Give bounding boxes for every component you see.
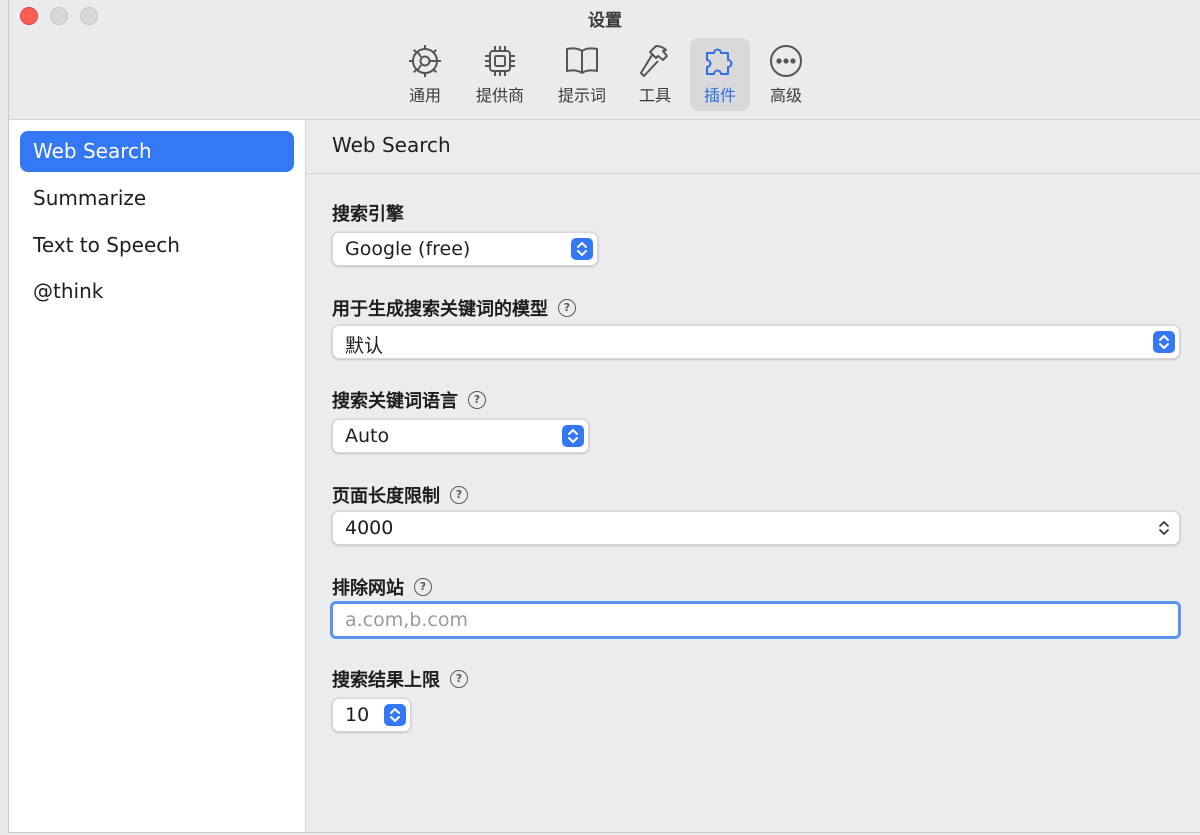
exclude-sites-field[interactable]: [330, 601, 1181, 639]
keyword-language-label-text: 搜索关键词语言: [332, 391, 458, 412]
page-length-limit-label-text: 页面长度限制: [332, 486, 440, 507]
toolbar-tab-tools[interactable]: 工具: [631, 38, 679, 111]
page-length-limit-value: 4000: [345, 517, 394, 539]
panel-header: Web Search: [306, 120, 1200, 174]
stepper-icon[interactable]: [1155, 517, 1173, 539]
toolbar-tab-plugins[interactable]: 插件: [690, 38, 750, 111]
exclude-sites-label: 排除网站 ?: [332, 574, 432, 600]
window-title: 设置: [588, 11, 622, 31]
toolbar-tab-label: 通用: [408, 86, 441, 105]
sidebar-item-summarize[interactable]: Summarize: [20, 178, 294, 219]
sidebar-item-web-search[interactable]: Web Search: [20, 131, 294, 172]
keyword-model-select[interactable]: 默认: [332, 325, 1180, 359]
plugins-sidebar: Web Search Summarize Text to Speech @thi…: [9, 120, 306, 832]
plugin-settings-panel: Web Search 搜索引擎 Google (free) 用于生成搜索关键词的…: [306, 120, 1200, 832]
result-limit-label: 搜索结果上限 ?: [332, 666, 468, 692]
more-icon: [767, 42, 805, 80]
chevron-up-down-icon: [562, 425, 584, 447]
toolbar-tab-label: 高级: [769, 86, 802, 105]
sidebar-item-text-to-speech[interactable]: Text to Speech: [20, 225, 294, 266]
help-icon[interactable]: ?: [468, 391, 486, 409]
toolbar-tab-general[interactable]: 通用: [398, 38, 452, 111]
exclude-sites-input[interactable]: [343, 608, 1172, 632]
search-engine-label-text: 搜索引擎: [332, 204, 404, 225]
help-icon[interactable]: ?: [414, 578, 432, 596]
search-engine-value: Google (free): [345, 238, 471, 260]
page-length-limit-label: 页面长度限制 ?: [332, 482, 468, 508]
chevron-up-down-icon: [384, 704, 406, 726]
result-limit-value: 10: [345, 704, 370, 726]
help-icon[interactable]: ?: [450, 670, 468, 688]
keyword-language-select[interactable]: Auto: [332, 419, 589, 453]
search-engine-label: 搜索引擎: [332, 200, 404, 226]
help-icon[interactable]: ?: [450, 486, 468, 504]
settings-window: 设置 通用 提供商 提示词 工具 插件 高级 Web Search Summar…: [8, 0, 1200, 833]
toolbar-tab-label: 提示词: [557, 86, 606, 105]
search-engine-select[interactable]: Google (free): [332, 232, 598, 266]
toolbar-tab-providers[interactable]: 提供商: [469, 38, 531, 111]
title-bar: 设置 通用 提供商 提示词 工具 插件 高级: [9, 0, 1200, 120]
chevron-up-down-icon: [571, 238, 593, 260]
keyword-model-label: 用于生成搜索关键词的模型 ?: [332, 295, 576, 321]
hammer-icon: [636, 42, 674, 80]
book-icon: [563, 42, 601, 80]
panel-title: Web Search: [332, 133, 451, 157]
toolbar-tab-prompts[interactable]: 提示词: [551, 38, 613, 111]
keyword-language-value: Auto: [345, 425, 390, 447]
keyword-model-value: 默认: [345, 335, 384, 357]
chevron-up-down-icon: [1153, 331, 1175, 353]
page-length-limit-field[interactable]: 4000: [332, 511, 1180, 545]
puzzle-icon: [701, 42, 739, 80]
keyword-language-label: 搜索关键词语言 ?: [332, 387, 486, 413]
gear-icon: [406, 42, 444, 80]
keyword-model-label-text: 用于生成搜索关键词的模型: [332, 299, 548, 320]
result-limit-select[interactable]: 10: [332, 698, 411, 732]
sidebar-item-think[interactable]: @think: [20, 271, 294, 312]
help-icon[interactable]: ?: [558, 299, 576, 317]
result-limit-label-text: 搜索结果上限: [332, 670, 440, 691]
toolbar-tab-label: 工具: [638, 86, 671, 105]
exclude-sites-label-text: 排除网站: [332, 578, 404, 599]
toolbar-tab-label: 插件: [703, 86, 736, 105]
chip-icon: [481, 42, 519, 80]
toolbar-tab-advanced[interactable]: 高级: [761, 38, 811, 111]
toolbar-tab-label: 提供商: [475, 86, 524, 105]
